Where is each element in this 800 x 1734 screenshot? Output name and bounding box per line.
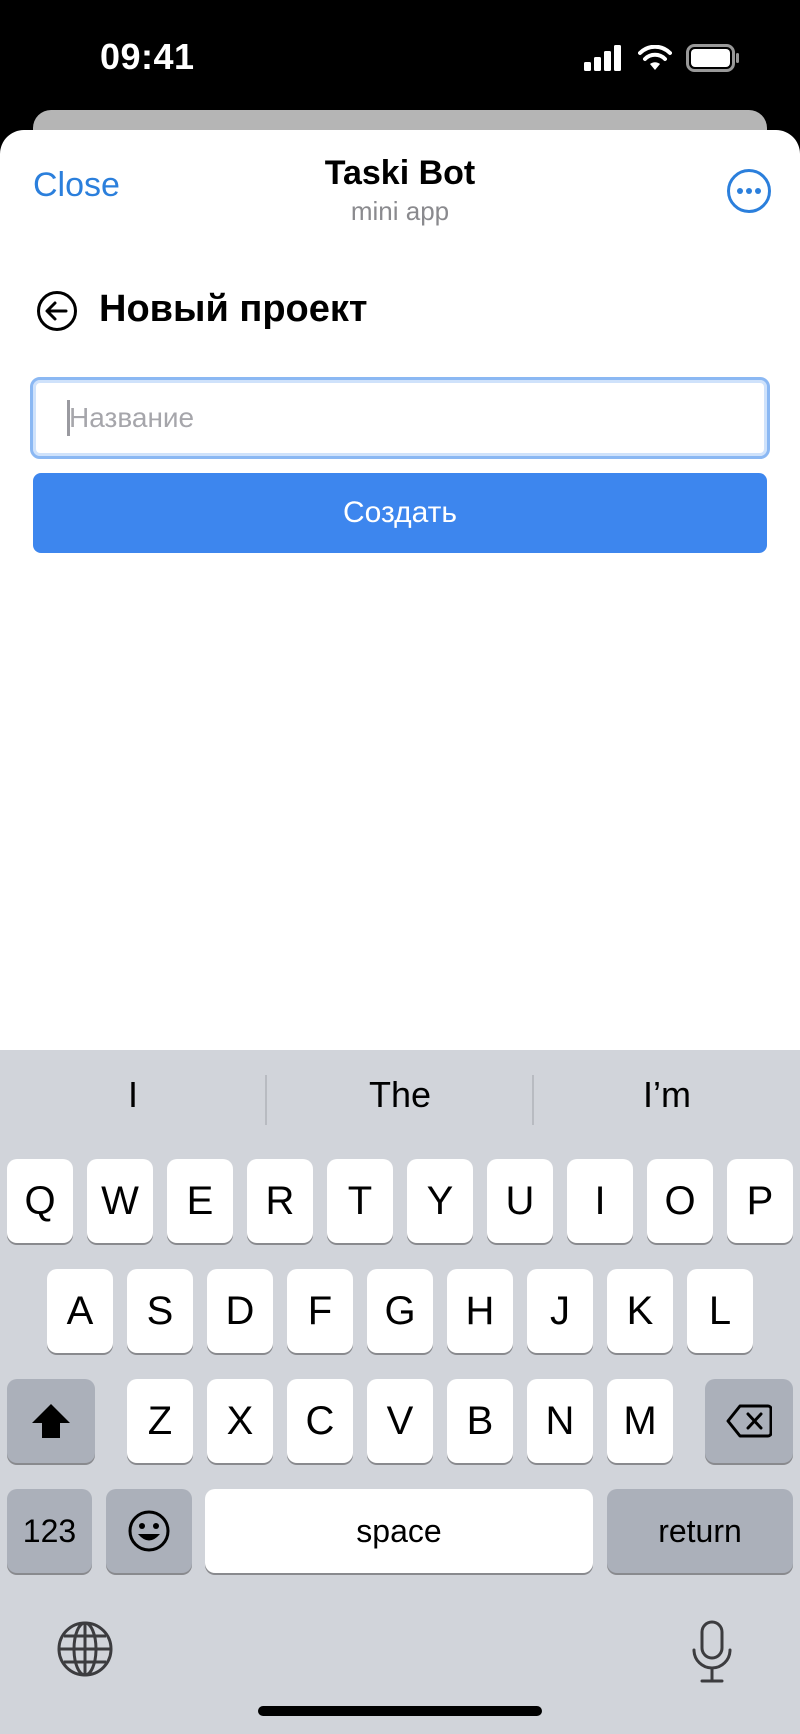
- page-title: Новый проект: [99, 288, 368, 330]
- shift-key[interactable]: [7, 1379, 95, 1463]
- key-s[interactable]: S: [127, 1269, 193, 1353]
- delete-key[interactable]: [705, 1379, 793, 1463]
- key-w[interactable]: W: [87, 1159, 153, 1243]
- key-y[interactable]: Y: [407, 1159, 473, 1243]
- key-o[interactable]: O: [647, 1159, 713, 1243]
- key-j[interactable]: J: [527, 1269, 593, 1353]
- key-b[interactable]: B: [447, 1379, 513, 1463]
- shift-icon: [32, 1404, 70, 1438]
- app-title: Taski Bot: [324, 154, 476, 192]
- key-v[interactable]: V: [367, 1379, 433, 1463]
- status-time: 09:41: [100, 36, 195, 77]
- key-f[interactable]: F: [287, 1269, 353, 1353]
- key-x[interactable]: X: [207, 1379, 273, 1463]
- key-g[interactable]: G: [367, 1269, 433, 1353]
- battery-icon: [686, 44, 739, 72]
- globe-icon[interactable]: [56, 1620, 114, 1678]
- key-m[interactable]: M: [607, 1379, 673, 1463]
- key-a[interactable]: A: [47, 1269, 113, 1353]
- key-q[interactable]: Q: [7, 1159, 73, 1243]
- key-k[interactable]: K: [607, 1269, 673, 1353]
- key-r[interactable]: R: [247, 1159, 313, 1243]
- key-u[interactable]: U: [487, 1159, 553, 1243]
- create-button[interactable]: Создать: [33, 473, 767, 553]
- space-key[interactable]: space: [205, 1489, 593, 1573]
- key-p[interactable]: P: [727, 1159, 793, 1243]
- emoji-key[interactable]: [106, 1489, 192, 1573]
- app-subtitle: mini app: [350, 196, 450, 226]
- text-caret: [67, 400, 70, 436]
- wifi-icon: [638, 45, 672, 70]
- prediction-1[interactable]: I: [0, 1074, 266, 1116]
- signal-icon: [584, 45, 621, 71]
- key-e[interactable]: E: [167, 1159, 233, 1243]
- project-name-input[interactable]: [30, 377, 770, 459]
- back-arrow-icon[interactable]: [36, 290, 78, 332]
- return-key[interactable]: return: [607, 1489, 793, 1573]
- prediction-3[interactable]: I’m: [534, 1074, 800, 1116]
- key-t[interactable]: T: [327, 1159, 393, 1243]
- emoji-icon: [128, 1510, 170, 1552]
- status-icons: [584, 44, 740, 72]
- key-c[interactable]: C: [287, 1379, 353, 1463]
- key-l[interactable]: L: [687, 1269, 753, 1353]
- keyboard: I The I’m Q W E R T Y U I O P A S D F G …: [0, 1050, 800, 1734]
- home-indicator: [258, 1706, 542, 1716]
- key-z[interactable]: Z: [127, 1379, 193, 1463]
- more-icon[interactable]: [726, 168, 772, 214]
- key-d[interactable]: D: [207, 1269, 273, 1353]
- microphone-icon[interactable]: [690, 1620, 734, 1684]
- prediction-2[interactable]: The: [267, 1074, 533, 1116]
- key-i[interactable]: I: [567, 1159, 633, 1243]
- numbers-key[interactable]: 123: [7, 1489, 92, 1573]
- delete-icon: [726, 1404, 772, 1438]
- key-n[interactable]: N: [527, 1379, 593, 1463]
- key-h[interactable]: H: [447, 1269, 513, 1353]
